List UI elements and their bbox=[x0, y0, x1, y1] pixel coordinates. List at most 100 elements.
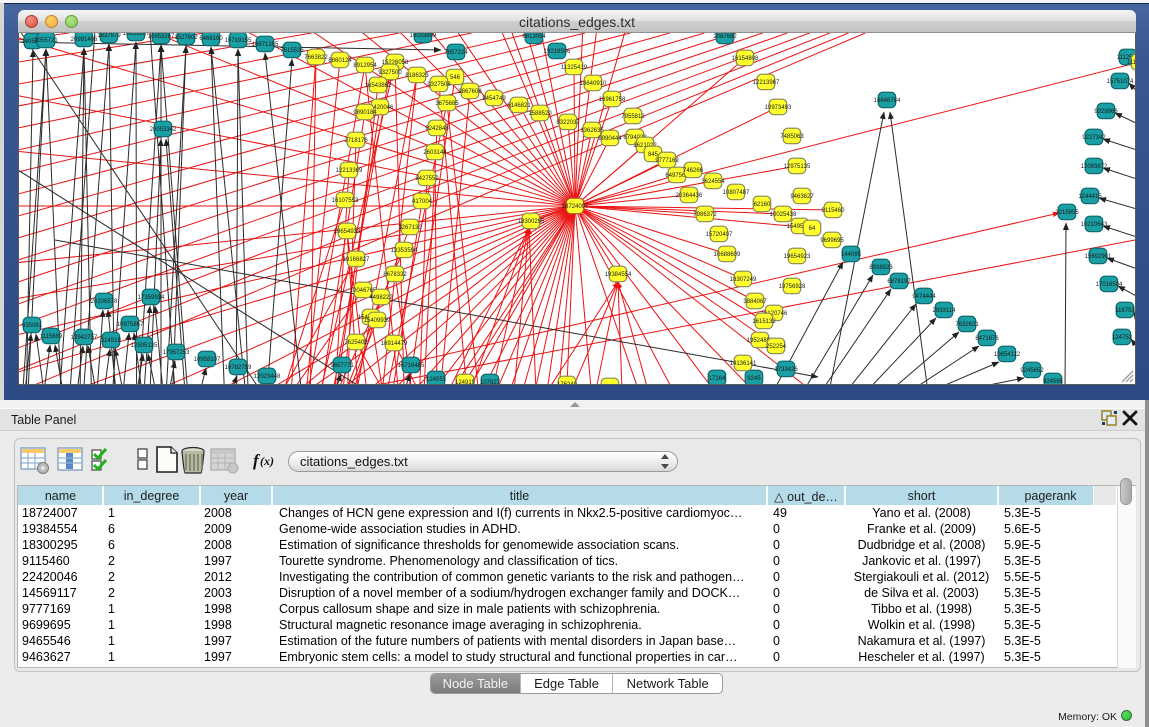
svg-text:1864091: 1864091 bbox=[1134, 91, 1135, 97]
svg-text:16033809: 16033809 bbox=[410, 33, 437, 39]
svg-text:746266: 746266 bbox=[683, 168, 704, 174]
svg-text:9115460: 9115460 bbox=[822, 208, 846, 214]
svg-text:19654923: 19654923 bbox=[784, 254, 811, 260]
svg-text:114519: 114519 bbox=[101, 338, 121, 344]
svg-text:19166827: 19166827 bbox=[343, 257, 370, 263]
svg-text:16107553: 16107553 bbox=[332, 198, 359, 204]
svg-text:2603144: 2603144 bbox=[423, 150, 447, 156]
svg-text:1115689: 1115689 bbox=[40, 334, 63, 340]
svg-text:18724007: 18724007 bbox=[562, 204, 589, 210]
svg-text:1527602: 1527602 bbox=[174, 35, 198, 41]
svg-text:11125419: 11125419 bbox=[1127, 60, 1135, 66]
svg-text:8454749: 8454749 bbox=[482, 96, 506, 102]
svg-text:10210643: 10210643 bbox=[1081, 222, 1108, 228]
svg-text:7485063: 7485063 bbox=[780, 134, 804, 140]
svg-text:1733426: 1733426 bbox=[774, 367, 798, 373]
svg-text:9146821: 9146821 bbox=[507, 103, 531, 109]
svg-text:1244415: 1244415 bbox=[1078, 194, 1102, 200]
svg-text:3215955: 3215955 bbox=[1055, 210, 1079, 216]
svg-text:2867608: 2867608 bbox=[458, 89, 482, 95]
svg-text:15409939: 15409939 bbox=[364, 318, 391, 324]
svg-text:2087682: 2087682 bbox=[713, 34, 737, 40]
svg-text:12942757: 12942757 bbox=[71, 335, 98, 341]
svg-text:9327508: 9327508 bbox=[427, 82, 451, 88]
svg-text:417004: 417004 bbox=[412, 199, 433, 205]
svg-text:12213967: 12213967 bbox=[753, 80, 780, 86]
svg-text:2718176: 2718176 bbox=[344, 138, 368, 144]
svg-text:10654112: 10654112 bbox=[994, 352, 1021, 358]
svg-text:8860124: 8860124 bbox=[328, 58, 352, 64]
svg-text:1837979: 1837979 bbox=[97, 33, 121, 39]
svg-text:16914479: 16914479 bbox=[381, 341, 408, 347]
svg-text:20991406: 20991406 bbox=[71, 37, 98, 43]
svg-text:3624554: 3624554 bbox=[701, 179, 725, 185]
svg-text:9245652: 9245652 bbox=[1020, 368, 1044, 374]
svg-text:124553: 124553 bbox=[426, 377, 447, 383]
svg-text:16961758: 16961758 bbox=[599, 97, 626, 103]
svg-text:12023448: 12023448 bbox=[254, 374, 281, 380]
svg-text:17359934: 17359934 bbox=[138, 295, 165, 301]
svg-text:8186323: 8186323 bbox=[405, 73, 429, 79]
svg-text:15716485: 15716485 bbox=[398, 363, 425, 369]
svg-text:7625402: 7625402 bbox=[344, 340, 368, 346]
svg-text:19218506: 19218506 bbox=[544, 49, 571, 55]
svg-text:9474444: 9474444 bbox=[912, 294, 936, 300]
svg-text:15720407: 15720407 bbox=[706, 232, 733, 238]
svg-text:16648784: 16648784 bbox=[874, 98, 901, 104]
svg-text:13353594: 13353594 bbox=[391, 248, 418, 254]
svg-text:20206578: 20206578 bbox=[91, 299, 118, 305]
svg-text:8678332: 8678332 bbox=[383, 272, 407, 278]
svg-text:11325419: 11325419 bbox=[561, 65, 588, 71]
svg-text:8938923: 8938923 bbox=[869, 265, 893, 271]
svg-text:10688609: 10688609 bbox=[714, 252, 741, 258]
svg-text:15751074: 15751074 bbox=[1107, 79, 1134, 85]
svg-text:20364436: 20364436 bbox=[676, 193, 703, 199]
svg-text:16154808: 16154808 bbox=[732, 56, 759, 62]
svg-text:12213369: 12213369 bbox=[336, 168, 363, 174]
svg-text:3675685: 3675685 bbox=[435, 101, 459, 107]
svg-text:10025438: 10025438 bbox=[770, 212, 797, 218]
svg-text:8813054: 8813054 bbox=[522, 34, 546, 40]
svg-text:17957253: 17957253 bbox=[163, 350, 190, 356]
svg-text:116753: 116753 bbox=[1115, 308, 1135, 314]
svg-text:9327500: 9327500 bbox=[378, 70, 402, 76]
svg-text:124753: 124753 bbox=[1112, 335, 1133, 341]
svg-text:7663822: 7663822 bbox=[304, 55, 328, 61]
svg-text:3267130: 3267130 bbox=[398, 225, 422, 231]
svg-text:107827: 107827 bbox=[480, 380, 501, 384]
svg-text:9245: 9245 bbox=[747, 376, 761, 382]
svg-text:7515526: 7515526 bbox=[280, 48, 304, 54]
svg-text:9227342: 9227342 bbox=[1082, 135, 1106, 141]
svg-text:19384554: 19384554 bbox=[605, 272, 632, 278]
svg-text:9699695: 9699695 bbox=[820, 238, 844, 244]
svg-text:15692901: 15692901 bbox=[1085, 254, 1112, 260]
svg-text:8322037: 8322037 bbox=[556, 120, 580, 126]
svg-text:6879197: 6879197 bbox=[887, 279, 911, 285]
svg-text:(x): (x) bbox=[260, 454, 274, 468]
svg-text:10853267: 10853267 bbox=[123, 33, 150, 37]
svg-text:1588520: 1588520 bbox=[528, 111, 552, 117]
svg-text:8471676: 8471676 bbox=[975, 336, 999, 342]
svg-text:12975135: 12975135 bbox=[784, 164, 811, 170]
svg-text:9657771: 9657771 bbox=[330, 363, 354, 369]
svg-text:10975867: 10975867 bbox=[117, 322, 144, 328]
svg-text:7857224: 7857224 bbox=[444, 50, 468, 56]
svg-text:12905135: 12905135 bbox=[131, 343, 158, 349]
svg-text:8912954: 8912954 bbox=[353, 63, 377, 69]
svg-text:19756928: 19756928 bbox=[779, 284, 806, 290]
svg-text:9777169: 9777169 bbox=[655, 158, 679, 164]
svg-text:8990444: 8990444 bbox=[598, 136, 622, 142]
svg-text:9463627: 9463627 bbox=[790, 194, 814, 200]
svg-text:16671355: 16671355 bbox=[252, 42, 279, 48]
svg-text:10853267: 10853267 bbox=[148, 34, 175, 40]
svg-text:9329966: 9329966 bbox=[1094, 109, 1118, 115]
svg-text:124919: 124919 bbox=[455, 380, 476, 384]
svg-text:10973493: 10973493 bbox=[765, 105, 792, 111]
svg-text:176249: 176249 bbox=[557, 382, 578, 384]
svg-text:1615132: 1615132 bbox=[752, 319, 776, 325]
svg-text:62160: 62160 bbox=[754, 202, 771, 208]
svg-text:2933114: 2933114 bbox=[933, 308, 957, 314]
svg-text:14136141: 14136141 bbox=[730, 361, 757, 367]
svg-text:18300295: 18300295 bbox=[518, 219, 545, 225]
svg-text:9890184: 9890184 bbox=[353, 110, 377, 116]
